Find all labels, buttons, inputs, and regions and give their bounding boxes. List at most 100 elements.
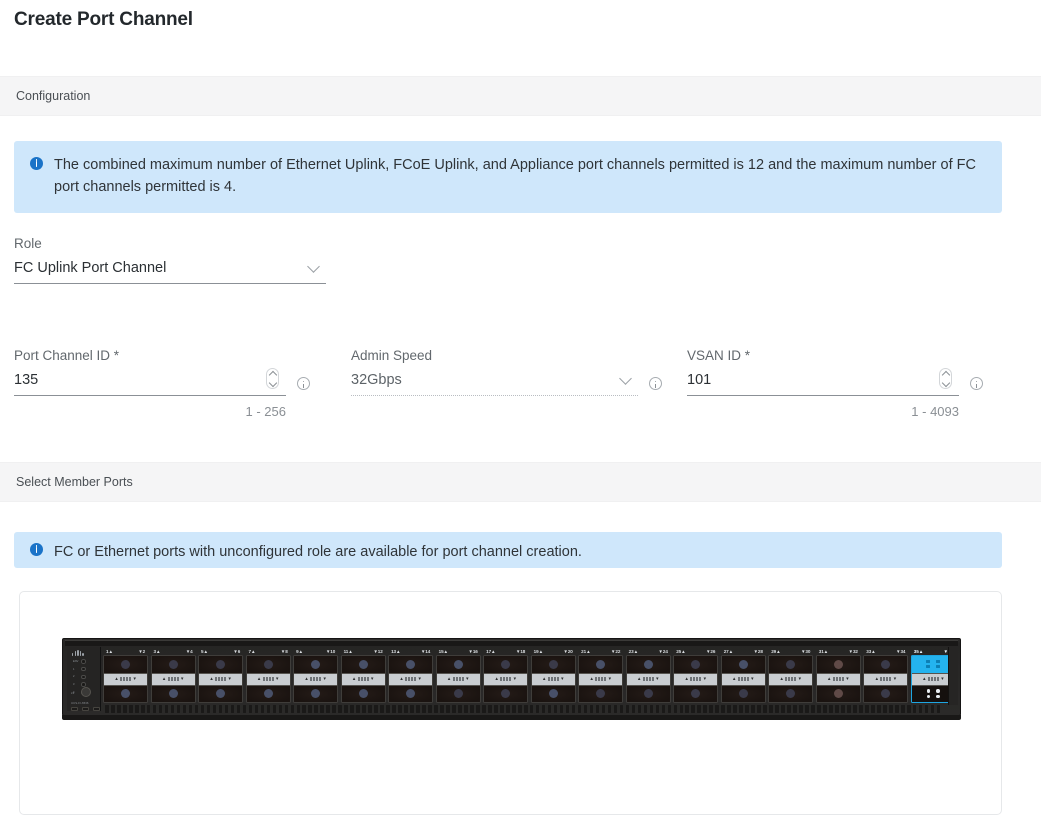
port-cage[interactable]: ▲ ▼ (103, 655, 149, 703)
port-slot-top[interactable] (674, 656, 718, 673)
port-slot-bottom[interactable] (579, 685, 623, 702)
admin-speed-select[interactable]: 32Gbps (351, 372, 638, 396)
port-slot-bottom[interactable] (436, 685, 480, 702)
stepper-down-icon[interactable] (268, 378, 277, 387)
port-slot-bottom[interactable] (674, 685, 718, 702)
port-slot-top[interactable] (484, 656, 528, 673)
port-group-19-20[interactable]: 19▲ ▼20 ▲ ▼ (530, 647, 576, 703)
vsan-id-input[interactable]: 101 (687, 368, 959, 396)
port-group-7-8[interactable]: 7▲ ▼8 ▲ ▼ (245, 647, 291, 703)
port-channel-id-stepper[interactable] (266, 368, 279, 389)
port-cage[interactable]: ▲ ▼ (768, 655, 814, 703)
cage-pins (737, 676, 749, 682)
port-cage[interactable]: ▲ ▼ (530, 655, 576, 703)
port-slot-top[interactable] (151, 656, 195, 673)
port-cage[interactable]: ▲ ▼ (720, 655, 766, 703)
port-cage[interactable]: ▲ ▼ (673, 655, 719, 703)
port-slot-top[interactable] (104, 656, 148, 673)
port-group-23-24[interactable]: 23▲ ▼24 ▲ ▼ (625, 647, 671, 703)
port-label-bottom: 32 (852, 648, 858, 654)
port-slot-bottom[interactable] (341, 685, 385, 702)
port-group-3-4[interactable]: 3▲ ▼4 ▲ ▼ (150, 647, 196, 703)
port-cage[interactable]: ▲ ▼ (293, 655, 339, 703)
port-slot-top[interactable] (626, 656, 670, 673)
port-label-top-group: 27▲ (724, 649, 733, 654)
port-channel-id-hint-icon[interactable] (297, 377, 310, 390)
port-slot-bottom[interactable] (626, 685, 670, 702)
port-cage[interactable]: ▲ ▼ (435, 655, 481, 703)
port-group-29-30[interactable]: 29▲ ▼30 ▲ ▼ (768, 647, 814, 703)
led-label: 1 (73, 667, 75, 671)
port-group-labels: 15▲ ▼16 (436, 647, 481, 655)
port-label-bottom: 4 (190, 648, 193, 654)
port-slot-bottom[interactable] (104, 685, 148, 702)
port-group-33-34[interactable]: 33▲ ▼34 ▲ ▼ (863, 647, 909, 703)
port-cage[interactable]: ▲ ▼ (863, 655, 909, 703)
port-cage[interactable]: ▲ ▼ (150, 655, 196, 703)
port-label-bottom: 18 (520, 648, 526, 654)
port-group-31-32[interactable]: 31▲ ▼32 ▲ ▼ (815, 647, 861, 703)
port-slot-bottom[interactable] (816, 685, 860, 702)
port-cage[interactable]: ▲ ▼ (198, 655, 244, 703)
vsan-id-hint-icon[interactable] (970, 377, 983, 390)
port-cage-divider: ▲ ▼ (626, 672, 670, 686)
port-slot-top[interactable] (294, 656, 338, 673)
chassis-management-ports (71, 707, 100, 711)
port-slot-top[interactable] (864, 656, 908, 673)
port-slot-top[interactable] (436, 656, 480, 673)
port-slot-top[interactable] (769, 656, 813, 673)
cage-down-arrow-icon: ▼ (227, 675, 232, 681)
port-group-1-2[interactable]: 1▲ ▼2 ▲ ▼ (103, 647, 149, 703)
port-cage[interactable]: ▲ ▼ (578, 655, 624, 703)
port-group-21-22[interactable]: 21▲ ▼22 ▲ ▼ (578, 647, 624, 703)
cage-down-arrow-icon: ▼ (465, 675, 470, 681)
stepper-down-icon[interactable] (941, 378, 950, 387)
port-group-15-16[interactable]: 15▲ ▼16 ▲ ▼ (435, 647, 481, 703)
port-transceiver-indicator (881, 689, 891, 699)
port-group-25-26[interactable]: 25▲ ▼26 ▲ ▼ (673, 647, 719, 703)
port-group-13-14[interactable]: 13▲ ▼14 ▲ ▼ (388, 647, 434, 703)
port-slot-top[interactable] (579, 656, 623, 673)
port-slot-top[interactable] (389, 656, 433, 673)
port-group-17-18[interactable]: 17▲ ▼18 ▲ ▼ (483, 647, 529, 703)
port-slot-top[interactable] (341, 656, 385, 673)
port-slot-top[interactable] (199, 656, 243, 673)
port-label-bottom: 34 (900, 648, 906, 654)
port-slot-bottom[interactable] (721, 685, 765, 702)
port-slot-top[interactable] (816, 656, 860, 673)
cage-down-arrow-icon: ▼ (607, 675, 612, 681)
port-cage[interactable]: ▲ ▼ (388, 655, 434, 703)
port-cage[interactable]: ▲ ▼ (340, 655, 386, 703)
port-slot-top[interactable] (721, 656, 765, 673)
port-cage[interactable]: ▲ ▼ (483, 655, 529, 703)
port-label-bottom-group: ▼2 (138, 649, 145, 654)
port-slot-top[interactable] (531, 656, 575, 673)
cage-pins (642, 676, 654, 682)
port-slot-bottom[interactable] (294, 685, 338, 702)
port-slot-bottom[interactable] (199, 685, 243, 702)
port-slot-bottom[interactable] (769, 685, 813, 702)
port-slot-bottom[interactable] (246, 685, 290, 702)
port-group-11-12[interactable]: 11▲ ▼12 ▲ ▼ (340, 647, 386, 703)
port-channel-id-input[interactable]: 135 (14, 368, 286, 396)
port-slot-top[interactable] (246, 656, 290, 673)
role-select[interactable]: FC Uplink Port Channel (14, 260, 326, 284)
port-slot-bottom[interactable] (151, 685, 195, 702)
port-slot-bottom[interactable] (864, 685, 908, 702)
port-slot-bottom[interactable] (389, 685, 433, 702)
port-group-5-6[interactable]: 5▲ ▼6 ▲ ▼ (198, 647, 244, 703)
admin-speed-hint-icon[interactable] (649, 377, 662, 390)
port-slot-bottom[interactable] (531, 685, 575, 702)
port-group-27-28[interactable]: 27▲ ▼28 ▲ ▼ (720, 647, 766, 703)
port-transceiver-indicator (168, 659, 178, 669)
vsan-id-stepper[interactable] (939, 368, 952, 389)
port-transceiver-indicator (168, 689, 178, 699)
port-cage[interactable]: ▲ ▼ (815, 655, 861, 703)
port-group-9-10[interactable]: 9▲ ▼10 ▲ ▼ (293, 647, 339, 703)
port-slot-bottom[interactable] (484, 685, 528, 702)
port-label-bottom: 12 (377, 648, 383, 654)
info-icon (30, 157, 43, 170)
port-label-bottom-group: ▼8 (281, 649, 288, 654)
port-cage[interactable]: ▲ ▼ (245, 655, 291, 703)
port-cage[interactable]: ▲ ▼ (625, 655, 671, 703)
